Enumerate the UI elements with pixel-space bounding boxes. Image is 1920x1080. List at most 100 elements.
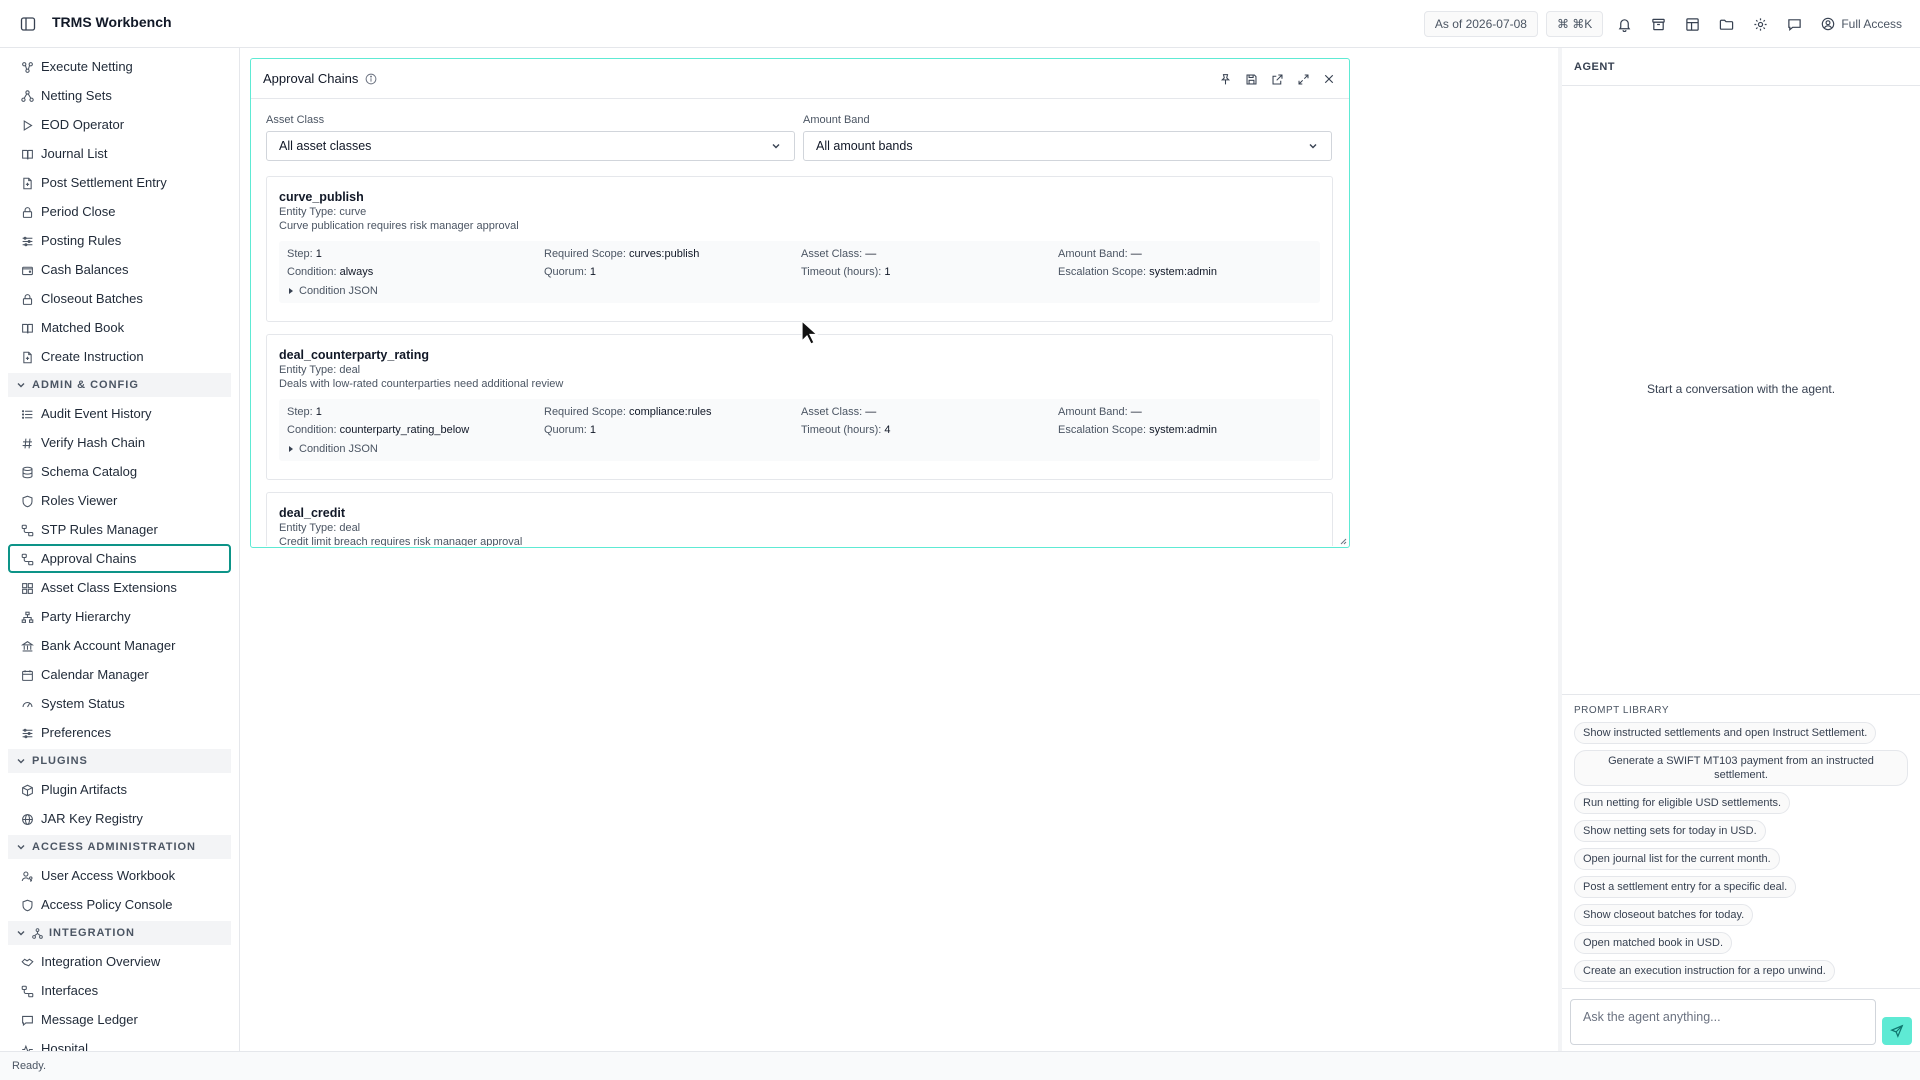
prompt-chip[interactable]: Open matched book in USD. [1574,932,1733,954]
sidebar-item-bank-account-manager[interactable]: Bank Account Manager [8,631,231,660]
close-icon[interactable] [1319,69,1339,89]
sidebar-item-asset-class-extensions[interactable]: Asset Class Extensions [8,573,231,602]
approval-chain-list[interactable]: curve_publish Entity Type: curve Curve p… [266,176,1333,546]
bell-icon[interactable] [1611,11,1637,37]
info-icon[interactable] [365,73,377,85]
agent-input[interactable] [1570,999,1876,1045]
section-access-administration[interactable]: ACCESS ADMINISTRATION [8,835,231,859]
sidebar-item-label: Party Hierarchy [41,609,131,624]
asset-class-select[interactable]: All asset classes [266,131,795,161]
amount-band-select[interactable]: All amount bands [803,131,1332,161]
section-label: INTEGRATION [49,927,135,939]
sidebar-item-approval-chains[interactable]: Approval Chains [8,544,231,573]
sidebar-item-verify-hash-chain[interactable]: Verify Hash Chain [8,428,231,457]
sidebar-item-label: Bank Account Manager [41,638,176,653]
command-palette-button[interactable]: ⌘ ⌘K [1545,11,1604,37]
quorum-field: Quorum: 1 [544,266,596,278]
section-integration[interactable]: INTEGRATION [8,921,231,945]
step-field: Step: 1 [287,406,322,418]
sidebar-toggle-icon[interactable] [19,15,37,33]
sidebar-item-jar-key-registry[interactable]: JAR Key Registry [8,804,231,833]
sidebar-item-system-status[interactable]: System Status [8,689,231,718]
gear-icon[interactable] [1747,11,1773,37]
sidebar-item-cash-balances[interactable]: Cash Balances [8,255,231,284]
chat-icon[interactable] [1781,11,1807,37]
prompt-chip[interactable]: Open journal list for the current month. [1574,848,1780,870]
sidebar-item-period-close[interactable]: Period Close [8,197,231,226]
sidebar-item-message-ledger[interactable]: Message Ledger [8,1005,231,1034]
sidebar-item-execute-netting[interactable]: Execute Netting [8,52,231,81]
maximize-icon[interactable] [1293,69,1313,89]
sidebar-item-label: STP Rules Manager [41,522,158,537]
approval-chains-panel: Approval Chains Asset Class All asset cl… [250,58,1350,548]
send-button[interactable] [1882,1017,1912,1045]
sidebar-item-audit-event-history[interactable]: Audit Event History [8,399,231,428]
chain-name: deal_credit [279,506,346,520]
sidebar-item-netting-sets[interactable]: Netting Sets [8,81,231,110]
chain-description: Curve publication requires risk manager … [279,220,519,232]
sidebar-item-hospital[interactable]: Hospital [8,1034,231,1051]
chain-description: Deals with low-rated counterparties need… [279,378,564,390]
prompt-chip[interactable]: Generate a SWIFT MT103 payment from an i… [1574,750,1908,786]
network-icon [20,89,34,103]
amount-band-filter: Amount Band All amount bands [803,114,1332,161]
database-icon [20,465,34,479]
agent-header: AGENT [1562,48,1920,86]
sidebar-item-plugin-artifacts[interactable]: Plugin Artifacts [8,775,231,804]
save-icon[interactable] [1241,69,1261,89]
chain-name: deal_counterparty_rating [279,348,430,362]
asset-class-value: — [865,248,877,260]
user-access-button[interactable]: Full Access [1821,17,1902,31]
condition-json-toggle[interactable]: Condition JSON [287,285,1312,297]
handshake-icon [20,955,34,969]
prompt-chip[interactable]: Show netting sets for today in USD. [1574,820,1766,842]
section-admin-config[interactable]: ADMIN & CONFIG [8,373,231,397]
folder-icon[interactable] [1713,11,1739,37]
sliders-icon [20,726,34,740]
sidebar-item-roles-viewer[interactable]: Roles Viewer [8,486,231,515]
hierarchy-icon [20,610,34,624]
step-value: 1 [315,248,322,260]
section-plugins[interactable]: PLUGINS [8,749,231,773]
prompt-chip[interactable]: Show closeout batches for today. [1574,904,1754,926]
sidebar-item-label: Matched Book [41,320,125,335]
chain-card: deal_credit Entity Type: deal Credit lim… [266,492,1333,546]
file-icon [20,176,34,190]
sidebar-item-schema-catalog[interactable]: Schema Catalog [8,457,231,486]
quorum-value: 1 [589,266,596,278]
prompt-chip[interactable]: Create an execution instruction for a re… [1574,960,1835,982]
timeout-field: Timeout (hours): 4 [801,424,891,436]
condition-json-toggle[interactable]: Condition JSON [287,443,1312,455]
sidebar-item-closeout-batches[interactable]: Closeout Batches [8,284,231,313]
sidebar-item-stp-rules-manager[interactable]: STP Rules Manager [8,515,231,544]
prompt-chip[interactable]: Post a settlement entry for a specific d… [1574,876,1797,898]
chain-entity-type: Entity Type: curve [279,206,367,218]
as-of-date-button[interactable]: As of 2026-07-08 [1423,11,1538,37]
sidebar-item-label: Cash Balances [41,262,129,277]
pin-icon[interactable] [1215,69,1235,89]
sidebar-item-label: Journal List [41,146,108,161]
sidebar-item-posting-rules[interactable]: Posting Rules [8,226,231,255]
sidebar-item-calendar-manager[interactable]: Calendar Manager [8,660,231,689]
prompt-chip[interactable]: Run netting for eligible USD settlements… [1574,792,1791,814]
layout-icon[interactable] [1679,11,1705,37]
escalation-scope-value: system:admin [1149,266,1217,278]
sidebar-item-interfaces[interactable]: Interfaces [8,976,231,1005]
sidebar-item-party-hierarchy[interactable]: Party Hierarchy [8,602,231,631]
sidebar-item-eod-operator[interactable]: EOD Operator [8,110,231,139]
resize-grip-icon[interactable] [1339,537,1347,545]
sidebar-item-create-instruction[interactable]: Create Instruction [8,342,231,371]
sidebar-item-preferences[interactable]: Preferences [8,718,231,747]
sidebar-item-matched-book[interactable]: Matched Book [8,313,231,342]
sidebar-item-label: Roles Viewer [41,493,118,508]
sidebar-item-journal-list[interactable]: Journal List [8,139,231,168]
sidebar-item-integration-overview[interactable]: Integration Overview [8,947,231,976]
archive-icon[interactable] [1645,11,1671,37]
pulse-icon [20,1042,34,1051]
sidebar-item-post-settlement-entry[interactable]: Post Settlement Entry [8,168,231,197]
sidebar-item-access-policy-console[interactable]: Access Policy Console [8,890,231,919]
external-link-icon[interactable] [1267,69,1287,89]
prompt-chip[interactable]: Show instructed settlements and open Ins… [1574,722,1877,744]
sidebar-item-user-access-workbook[interactable]: User Access Workbook [8,861,231,890]
book-icon [20,321,34,335]
